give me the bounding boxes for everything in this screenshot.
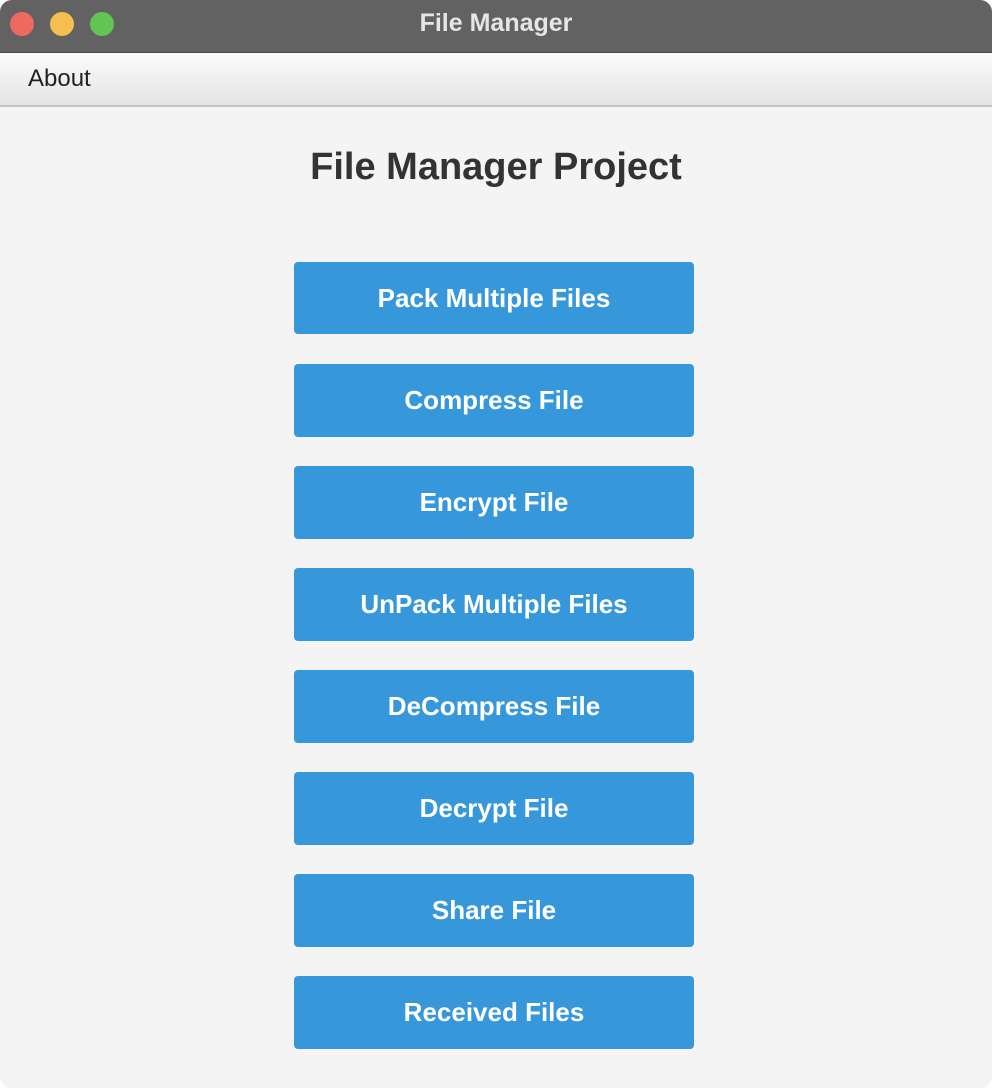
unpack-multiple-files-button[interactable]: UnPack Multiple Files [294, 568, 694, 641]
main-content: File Manager Project Pack Multiple Files… [0, 107, 992, 1088]
app-window: File Manager About File Manager Project … [0, 0, 992, 1088]
received-files-button[interactable]: Received Files [294, 976, 694, 1049]
encrypt-file-button[interactable]: Encrypt File [294, 466, 694, 539]
decrypt-file-button[interactable]: Decrypt File [294, 772, 694, 845]
share-file-button[interactable]: Share File [294, 874, 694, 947]
window-title: File Manager [419, 9, 573, 37]
pack-multiple-files-button[interactable]: Pack Multiple Files [294, 262, 694, 334]
menu-bar: About [0, 53, 992, 107]
decompress-file-button[interactable]: DeCompress File [294, 670, 694, 743]
title-bar[interactable]: File Manager [0, 0, 992, 53]
compress-file-button[interactable]: Compress File [294, 364, 694, 437]
page-title: File Manager Project [310, 146, 682, 188]
menu-item-about[interactable]: About [16, 61, 103, 97]
